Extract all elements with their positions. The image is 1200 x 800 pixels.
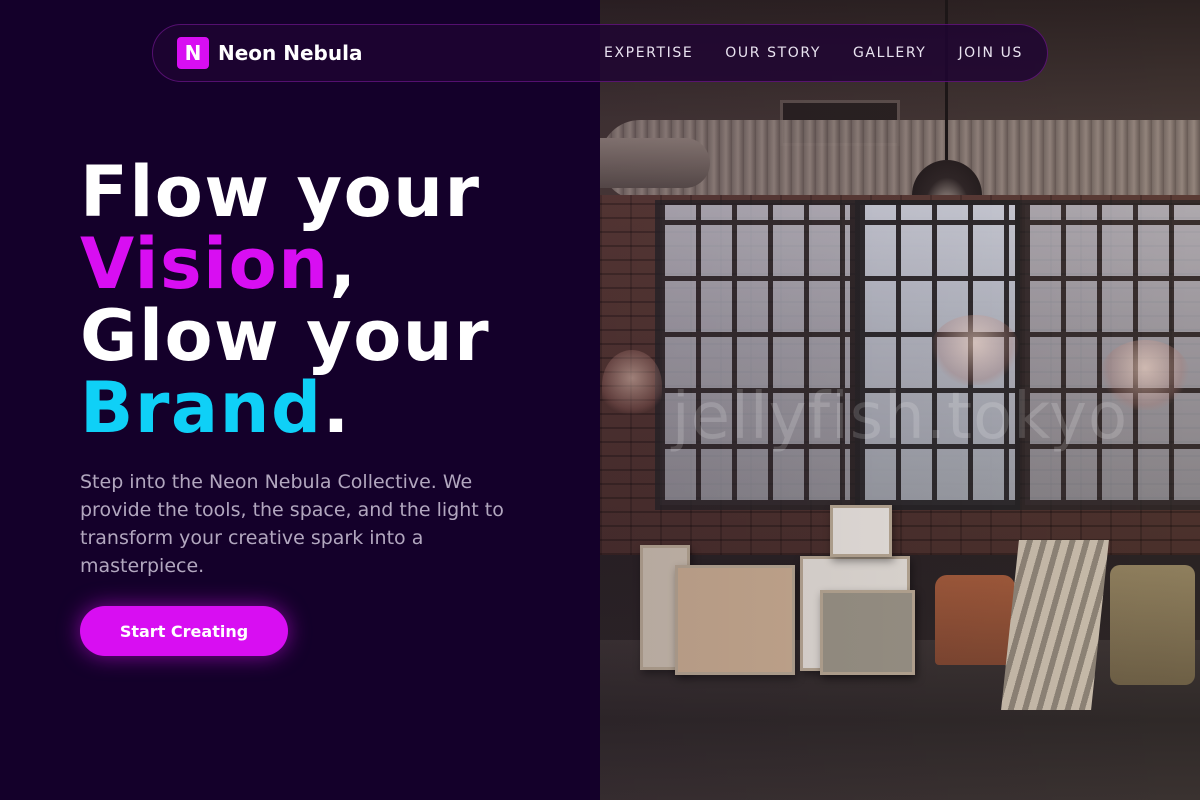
headline-line-3: Glow your [80, 295, 491, 377]
start-creating-button[interactable]: Start Creating [80, 606, 288, 656]
headline-period: . [322, 367, 351, 449]
headline-comma: , [329, 223, 358, 305]
brand-mark-icon: N [177, 37, 209, 69]
nav-link-gallery[interactable]: GALLERY [853, 45, 926, 61]
hero-headline: Flow your Vision, Glow your Brand. [80, 156, 490, 444]
headline-line-4: Brand. [80, 372, 490, 444]
brand-logo[interactable]: N Neon Nebula [177, 37, 362, 69]
headline-accent-brand: Brand [80, 367, 323, 449]
headline-line-2: Vision, [80, 228, 490, 300]
hero-description: Step into the Neon Nebula Collective. We… [80, 471, 504, 577]
brand-name: Neon Nebula [218, 41, 363, 65]
image-watermark: jellyfish.tokyo [671, 380, 1129, 454]
headline-line-1: Flow your [80, 151, 481, 233]
nav-link-join-us[interactable]: JOIN US [958, 45, 1023, 61]
nav-link-expertise[interactable]: EXPERTISE [604, 45, 693, 61]
landing-page: jellyfish.tokyo N Neon Nebula EXPERTISE … [0, 0, 1200, 800]
headline-accent-vision: Vision [80, 223, 330, 305]
top-navbar: N Neon Nebula EXPERTISE OUR STORY GALLER… [152, 24, 1048, 82]
hero-image: jellyfish.tokyo [600, 0, 1200, 800]
nav-links: EXPERTISE OUR STORY GALLERY JOIN US [604, 45, 1023, 61]
nav-link-our-story[interactable]: OUR STORY [725, 45, 821, 61]
